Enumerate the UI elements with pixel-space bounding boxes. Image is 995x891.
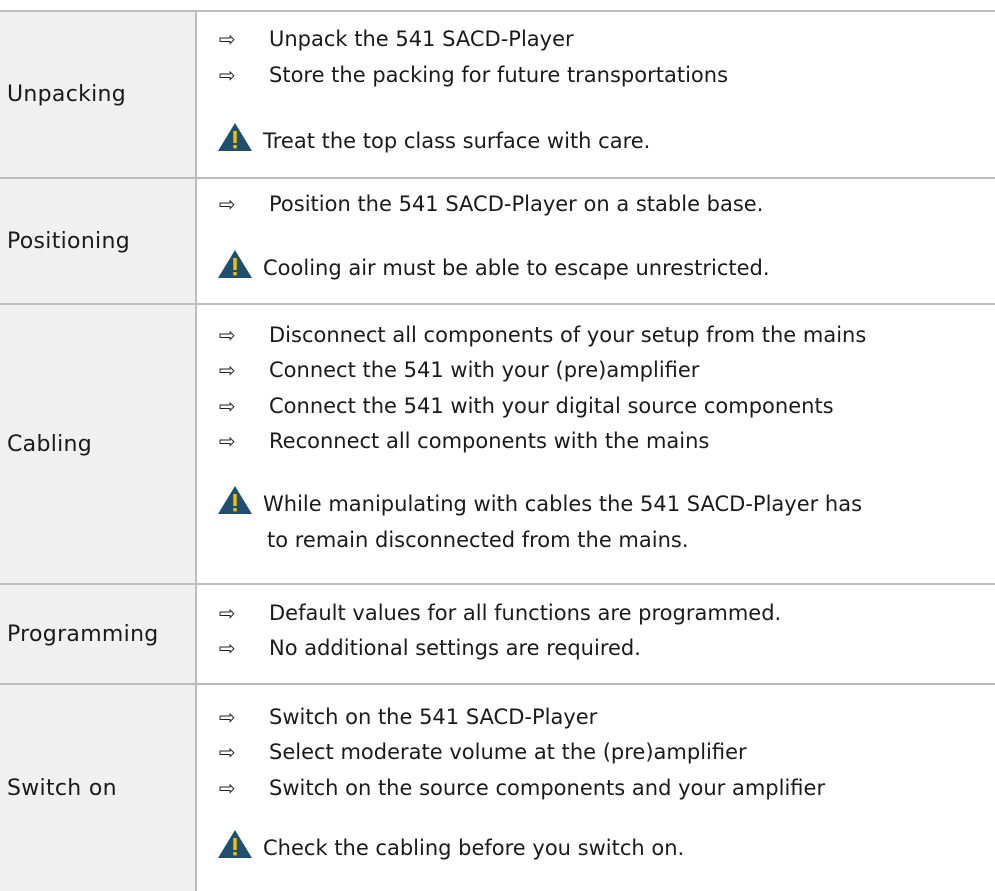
step-item: ⇨ No additional settings are required. — [219, 633, 641, 663]
step-item: ⇨ Connect the 541 with your (pre)amplifi… — [219, 355, 699, 385]
step-text: Default values for all functions are pro… — [269, 601, 782, 625]
warning-note: Cooling air must be able to escape unres… — [217, 249, 770, 286]
right-arrow-icon: ⇨ — [219, 394, 236, 418]
step-text: Unpack the 541 SACD-Player — [269, 27, 574, 51]
warning-text: Treat the top class surface with care. — [263, 129, 651, 153]
warning-note: While manipulating with cables the 541 S… — [217, 485, 862, 558]
right-arrow-icon: ⇨ — [219, 358, 236, 382]
right-arrow-icon: ⇨ — [219, 192, 236, 216]
right-arrow-icon: ⇨ — [219, 63, 236, 87]
warning-triangle-icon — [218, 250, 252, 278]
step-text: No additional settings are required. — [269, 636, 641, 660]
step-item: ⇨ Switch on the source components and yo… — [219, 773, 825, 803]
step-text: Connect the 541 with your digital source… — [269, 394, 834, 418]
step-text: Switch on the source components and your… — [269, 776, 826, 800]
row-content: ⇨ Position the 541 SACD-Player on a stab… — [197, 179, 995, 303]
warning-text: While manipulating with cables the 541 S… — [263, 492, 863, 516]
right-arrow-icon: ⇨ — [219, 27, 236, 51]
row-positioning: Positioning ⇨ Position the 541 SACD-Play… — [0, 179, 995, 303]
step-text: Position the 541 SACD-Player on a stable… — [269, 192, 764, 216]
right-arrow-icon: ⇨ — [219, 740, 236, 764]
step-text: Reconnect all components with the mains — [269, 429, 710, 453]
row-cabling: Cabling ⇨ Disconnect all components of y… — [0, 305, 995, 583]
row-content: ⇨ Switch on the 541 SACD-Player ⇨ Select… — [197, 685, 995, 891]
warning-triangle-icon — [218, 830, 252, 858]
step-text: Connect the 541 with your (pre)amplifier — [269, 358, 700, 382]
step-item: ⇨ Connect the 541 with your digital sour… — [219, 391, 834, 421]
step-item: ⇨ Disconnect all components of your setu… — [219, 320, 866, 350]
right-arrow-icon: ⇨ — [219, 323, 236, 347]
row-content: ⇨ Unpack the 541 SACD-Player ⇨ Store the… — [197, 12, 995, 177]
step-item: ⇨ Default values for all functions are p… — [219, 598, 781, 628]
step-item: ⇨ Position the 541 SACD-Player on a stab… — [219, 189, 763, 219]
row-unpacking: Unpacking ⇨ Unpack the 541 SACD-Player ⇨… — [0, 12, 995, 177]
row-content: ⇨ Default values for all functions are p… — [197, 585, 995, 683]
row-content: ⇨ Disconnect all components of your setu… — [197, 305, 995, 583]
row-programming: Programming ⇨ Default values for all fun… — [0, 585, 995, 683]
right-arrow-icon: ⇨ — [219, 636, 236, 660]
step-text: Store the packing for future transportat… — [269, 63, 729, 87]
warning-note: Treat the top class surface with care. — [217, 122, 650, 159]
warning-triangle-icon — [218, 123, 252, 151]
right-arrow-icon: ⇨ — [219, 776, 236, 800]
warning-text: Cooling air must be able to escape unres… — [263, 256, 770, 280]
right-arrow-icon: ⇨ — [219, 601, 236, 625]
right-arrow-icon: ⇨ — [219, 429, 236, 453]
warning-text: to remain disconnected from the mains. — [267, 528, 689, 552]
row-label: Cabling — [0, 305, 197, 583]
row-switch-on: Switch on ⇨ Switch on the 541 SACD-Playe… — [0, 685, 995, 891]
warning-text: Check the cabling before you switch on. — [263, 836, 685, 860]
step-text: Switch on the 541 SACD-Player — [269, 705, 598, 729]
row-label: Unpacking — [0, 12, 197, 177]
step-item: ⇨ Reconnect all components with the main… — [219, 426, 709, 456]
row-label: Programming — [0, 585, 197, 683]
step-text: Select moderate volume at the (pre)ampli… — [269, 740, 747, 764]
warning-note: Check the cabling before you switch on. — [217, 829, 684, 866]
step-item: ⇨ Select moderate volume at the (pre)amp… — [219, 737, 747, 767]
setup-table: Unpacking ⇨ Unpack the 541 SACD-Player ⇨… — [0, 0, 995, 891]
row-label: Switch on — [0, 685, 197, 891]
row-label: Positioning — [0, 179, 197, 303]
step-text: Disconnect all components of your setup … — [269, 323, 867, 347]
step-item: ⇨ Unpack the 541 SACD-Player — [219, 24, 574, 54]
right-arrow-icon: ⇨ — [219, 705, 236, 729]
warning-triangle-icon — [218, 486, 252, 514]
step-item: ⇨ Store the packing for future transport… — [219, 60, 728, 90]
step-item: ⇨ Switch on the 541 SACD-Player — [219, 702, 597, 732]
